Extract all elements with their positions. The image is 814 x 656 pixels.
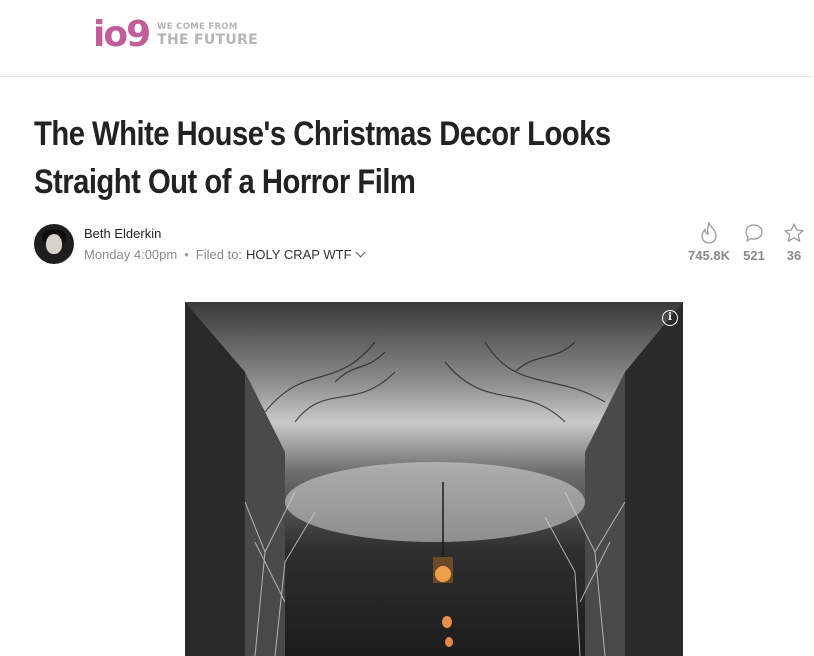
site-logo[interactable]: io9 WE COME FROM THE FUTURE [93,17,258,53]
comments-stat[interactable]: 521 [740,222,768,263]
chevron-down-icon[interactable] [355,247,365,258]
article-hero-image[interactable] [185,302,683,656]
site-header: io9 WE COME FROM THE FUTURE [0,0,812,77]
avatar-face [46,234,62,254]
recommends-stat[interactable]: 36 [782,222,806,263]
tagline: WE COME FROM THE FUTURE [157,23,258,48]
tagline-top: WE COME FROM [157,21,238,32]
article-title: The White House's Christmas Decor Looks … [34,115,611,201]
views-stat: 745.8K [686,222,732,263]
filed-to-label: Filed to: [195,247,243,262]
comments-count: 521 [743,248,765,263]
filed-to-tag[interactable]: HOLY CRAP WTF [246,247,351,262]
logo-mark: io9 [93,14,151,55]
hallway-photo [185,302,683,656]
byline-meta: Monday 4:00pm • Filed to: HOLY CRAP WTF [84,247,365,262]
comment-bubble-icon [745,224,763,243]
timestamp[interactable]: Monday 4:00pm [84,247,177,262]
recommends-count: 36 [786,248,802,263]
author-name[interactable]: Beth Elderkin [84,226,161,241]
author-avatar[interactable] [34,224,74,264]
star-icon [784,223,804,242]
tagline-bottom: THE FUTURE [157,32,259,49]
flame-icon [701,222,717,244]
views-count: 745.8K [688,248,730,263]
separator-dot: • [184,247,189,262]
info-icon[interactable]: i [662,310,678,326]
